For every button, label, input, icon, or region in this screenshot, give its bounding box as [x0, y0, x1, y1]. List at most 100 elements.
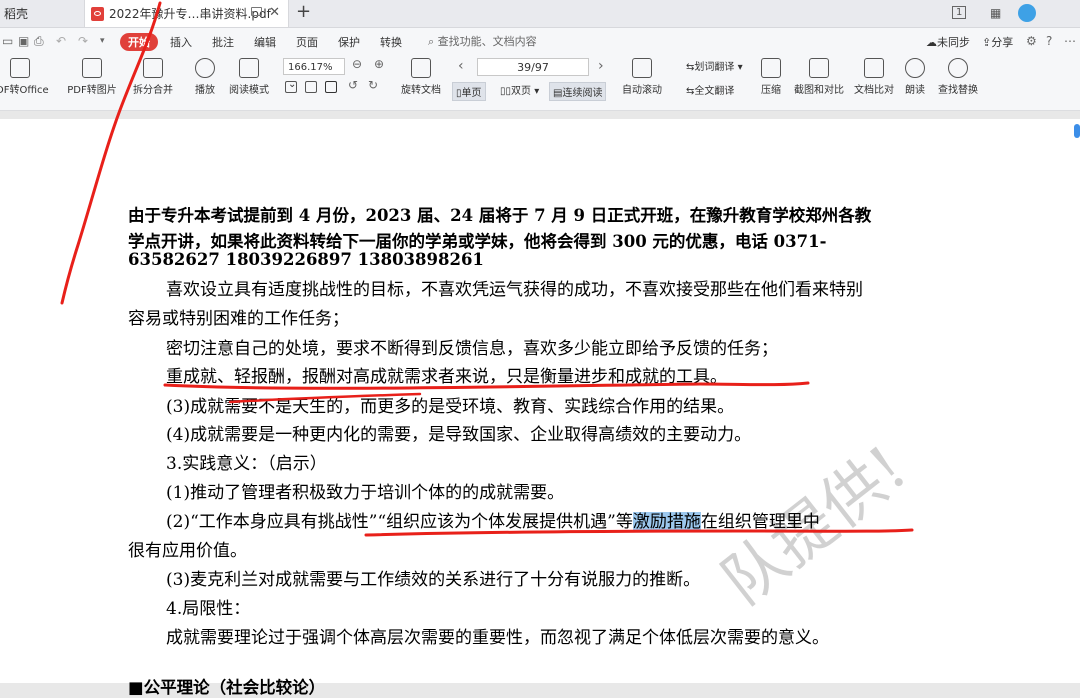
avatar[interactable] [1018, 4, 1036, 22]
settings-icon[interactable]: ⚙ [1026, 34, 1037, 48]
actual-size-icon[interactable] [285, 81, 297, 93]
read-aloud-label: 朗读 [905, 85, 925, 96]
auto-scroll-label: 自动滚动 [622, 85, 662, 96]
single-page-button[interactable]: ▯单页 [452, 82, 486, 101]
section-heading: ■公平理论（社会比较论） [128, 678, 326, 697]
compress-icon [761, 58, 781, 78]
rotate-right-icon[interactable]: ↻ [368, 78, 378, 92]
rotate-icon [411, 58, 431, 78]
tab-document[interactable]: 2022年豫升专…串讲资料.pdf ✕ [84, 0, 289, 27]
tab-bar: 稻壳 2022年豫升专…串讲资料.pdf ✕ + 1 ▦ [0, 0, 1080, 28]
tab-home[interactable]: 稻壳 [0, 0, 86, 27]
continuous-label: 连续阅读 [562, 88, 603, 99]
window-mode-icon[interactable]: 1 [952, 6, 967, 19]
rotate-label: 旋转文档 [401, 85, 441, 96]
read-aloud-button[interactable]: 朗读 [902, 58, 928, 96]
new-tab-button[interactable]: + [296, 1, 311, 22]
tab-window-icon[interactable] [251, 7, 262, 16]
paragraph-11: 成就需要理论过于强调个体高层次需要的重要性，而忽视了满足个体低层次需要的意义。 [166, 628, 829, 648]
fit-page-icon[interactable] [305, 81, 317, 93]
screenshot-icon [809, 58, 829, 78]
paragraph-6: 3.实践意义：（启示） [166, 454, 327, 474]
paragraph-4: (3)成就需要不是天生的，而更多的是受环境、教育、实践综合作用的结果。 [166, 397, 735, 417]
paragraph-10: 4.局限性： [166, 599, 251, 619]
paragraph-8-text: (2)“工作本身应具有挑战性”“组织应该为个体发展提供机遇”等 [166, 512, 633, 532]
paragraph-2: 密切注意自己的处境，要求不断得到反馈信息，喜欢多少能立即给予反馈的任务； [166, 339, 778, 359]
grid-icon[interactable]: ▦ [990, 6, 1001, 20]
paragraph-5: (4)成就需要是一种更内化的需要，是导致国家、企业取得高绩效的主要动力。 [166, 425, 752, 445]
convert-icon [10, 58, 30, 78]
rotate-left-icon[interactable]: ↺ [348, 78, 358, 92]
menu-annotate[interactable]: 批注 [212, 34, 234, 50]
select-icon[interactable] [325, 81, 337, 93]
redo-icon[interactable]: ↷ [78, 34, 88, 48]
find-replace-button[interactable]: 查找替换 [936, 58, 980, 96]
next-page-icon[interactable]: › [598, 58, 604, 74]
zoom-in-icon[interactable]: ⊕ [374, 57, 384, 71]
zoom-value: 166.17% [288, 62, 333, 73]
play-icon [195, 58, 215, 78]
word-translate-label: 划词翻译 [694, 62, 735, 73]
double-page-icon: ▯▯ [500, 86, 512, 97]
paragraph-3: 重成就、轻报酬，报酬对高成就需求者来说，只是衡量进步和成就的工具。 [166, 367, 727, 387]
continuous-reading-button[interactable]: ▤连续阅读 [549, 82, 607, 101]
screenshot-compare-button[interactable]: 截图和对比 [790, 58, 848, 96]
help-icon[interactable]: ? [1046, 34, 1052, 48]
doc-compare-button[interactable]: 文档比对 [852, 58, 896, 96]
full-translate-label: 全文翻译 [694, 86, 735, 97]
menu-edit[interactable]: 编辑 [254, 34, 276, 50]
doc-compare-label: 文档比对 [854, 85, 894, 96]
search-icon [948, 58, 968, 78]
play-label: 播放 [195, 85, 215, 96]
print-icon[interactable]: ⎙ [34, 34, 44, 49]
menu-page[interactable]: 页面 [296, 34, 318, 50]
pdf-to-image-label: PDF转图片 [67, 85, 117, 96]
notice-line-3: 63582627 18039226897 13803898261 [128, 250, 484, 269]
menu-insert[interactable]: 插入 [170, 34, 192, 50]
page-number-input[interactable]: 39/97 [477, 58, 589, 76]
selected-text[interactable]: 激励措施 [632, 512, 701, 532]
search-icon: ⌕ [428, 35, 435, 48]
reading-mode-button[interactable]: 阅读模式 [226, 58, 272, 96]
compare-icon [864, 58, 884, 78]
sync-button[interactable]: ☁未同步 [926, 34, 970, 50]
tool-row: DF转Office PDF转图片 拆分合并 播放 阅读模式 166.17% ⌄ … [0, 56, 1080, 108]
ribbon: ▭ ▣ ⎙ ↶ ↷ ▾ 开始 插入 批注 编辑 页面 保护 转换 ⌕ 查找功能、… [0, 28, 1080, 111]
rotate-document-button[interactable]: 旋转文档 [398, 58, 444, 96]
menu-start[interactable]: 开始 [120, 33, 158, 51]
full-translate-button[interactable]: ⇆全文翻译 [686, 82, 734, 97]
folder-icon[interactable]: ▭ [2, 34, 13, 48]
book-icon [239, 58, 259, 78]
share-button[interactable]: ⇪分享 [982, 34, 1013, 50]
share-icon: ⇪ [982, 36, 992, 49]
paragraph-8: (2)“工作本身应具有挑战性”“组织应该为个体发展提供机遇”等激励措施在组织管理… [166, 507, 820, 532]
zoom-select[interactable]: 166.17% ⌄ [283, 58, 345, 90]
undo-icon[interactable]: ↶ [56, 34, 66, 48]
close-icon[interactable]: ✕ [269, 5, 280, 20]
cloud-icon: ☁ [926, 36, 937, 49]
prev-page-icon[interactable]: ‹ [458, 58, 464, 74]
reading-mode-label: 阅读模式 [229, 85, 269, 96]
scrollbar-thumb[interactable] [1074, 124, 1080, 138]
more-icon[interactable]: ⋯ [1064, 34, 1076, 48]
notice-line-1: 由于专升本考试提前到 4 月份，2023 届、24 届将于 7 月 9 日正式开… [128, 206, 872, 225]
word-translate-button[interactable]: ⇆划词翻译 ▾ [686, 58, 743, 73]
double-page-label: 双页 [511, 86, 532, 97]
save-icon[interactable]: ▣ [18, 34, 29, 48]
paragraph-7: (1)推动了管理者积极致力于培训个体的的成就需要。 [166, 483, 565, 503]
page-number: 39/97 [517, 61, 549, 74]
zoom-out-icon[interactable]: ⊖ [352, 57, 362, 71]
double-page-button[interactable]: ▯▯双页 ▾ [500, 82, 539, 97]
search-input[interactable]: ⌕ 查找功能、文档内容 [428, 33, 537, 49]
chevron-down-icon[interactable]: ▾ [100, 36, 105, 46]
compress-button[interactable]: 压缩 [756, 58, 786, 96]
pdf-to-office-button[interactable]: DF转Office [0, 58, 49, 96]
menu-protect[interactable]: 保护 [338, 34, 360, 50]
single-page-label: 单页 [461, 88, 482, 99]
play-button[interactable]: 播放 [190, 58, 220, 96]
paragraph-1b: 容易或特别困难的工作任务； [128, 309, 349, 329]
pdf-to-image-button[interactable]: PDF转图片 [64, 58, 120, 96]
auto-scroll-button[interactable]: 自动滚动 [618, 58, 666, 96]
menu-convert[interactable]: 转换 [380, 34, 402, 50]
split-merge-button[interactable]: 拆分合并 [128, 58, 178, 96]
